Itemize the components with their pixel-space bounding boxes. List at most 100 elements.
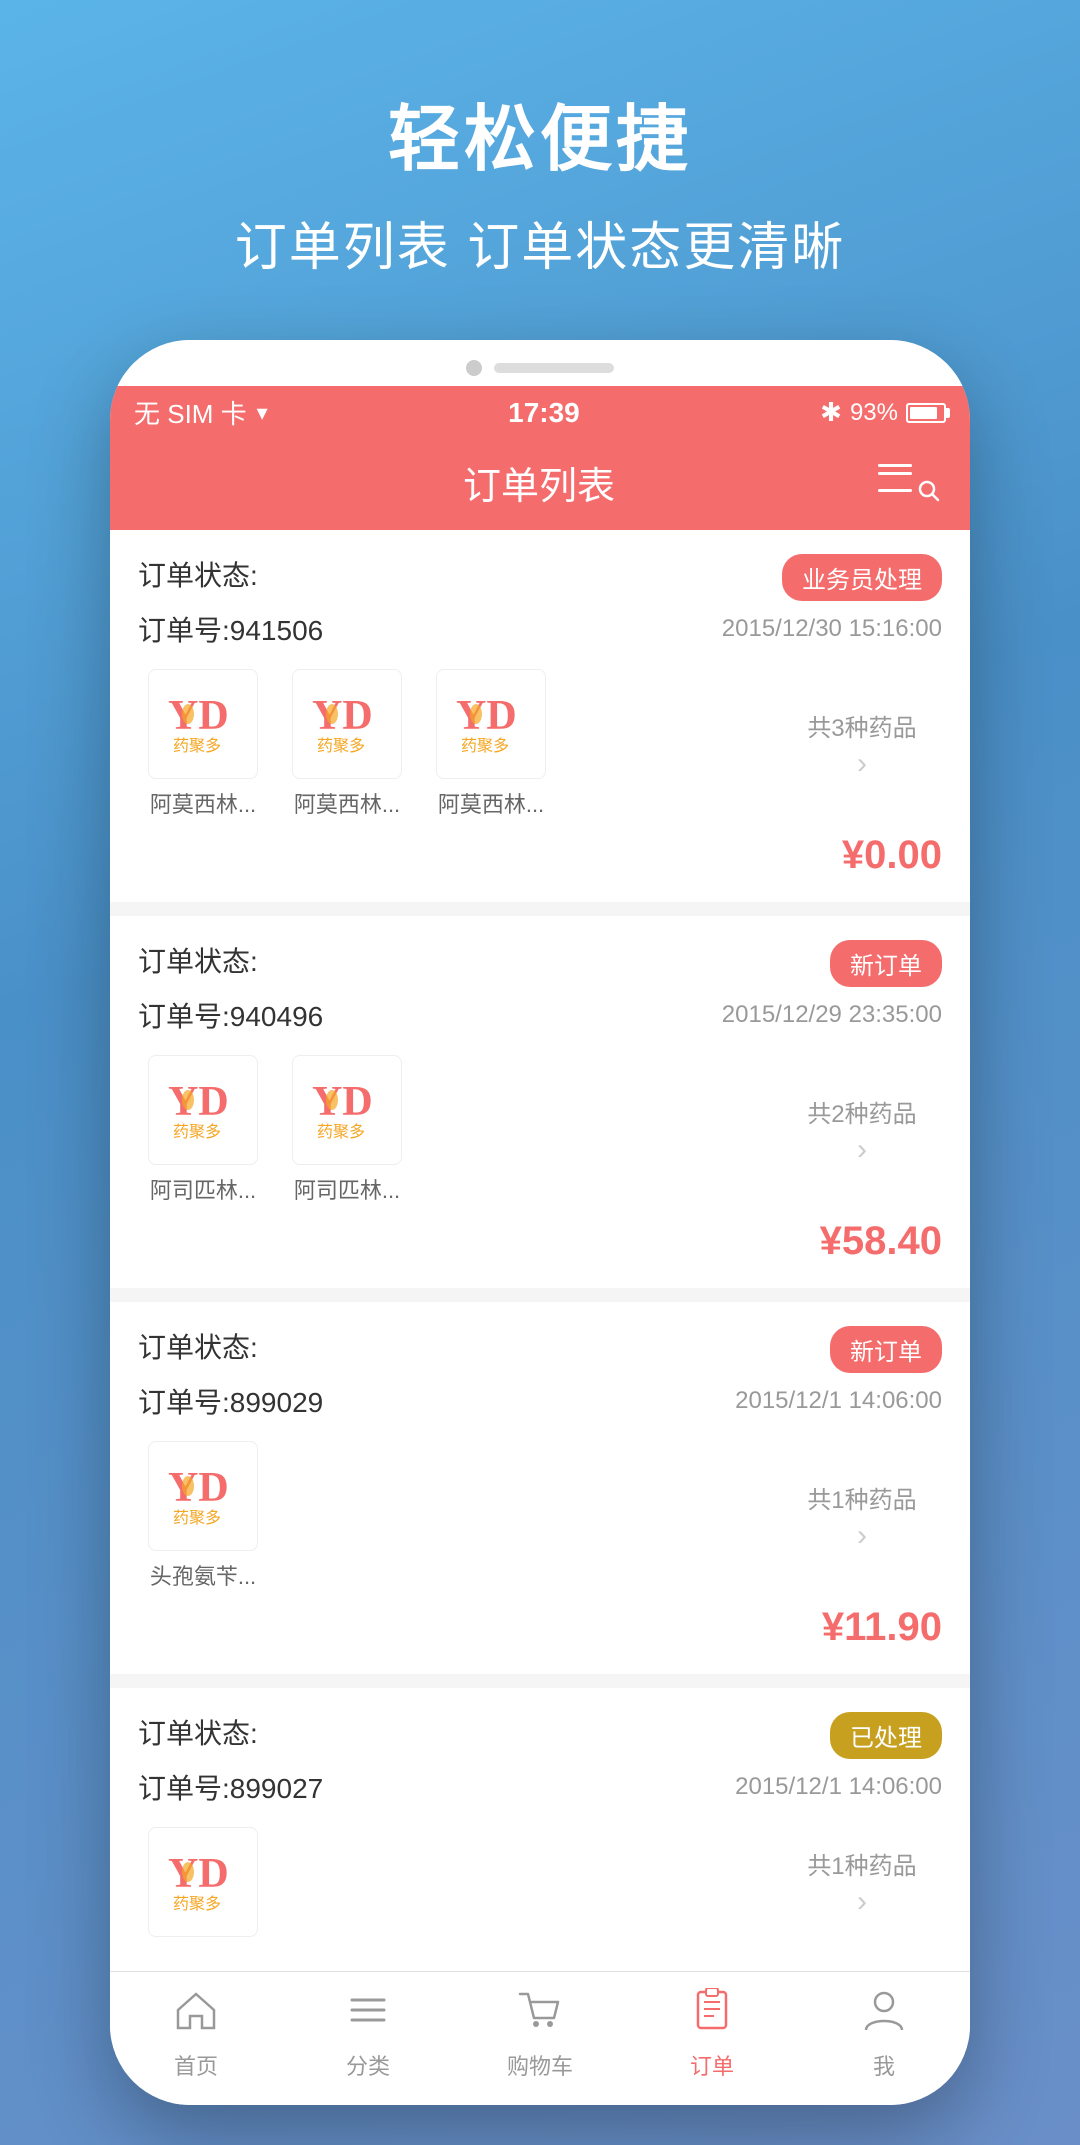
order-price-row: ¥0.00 — [138, 833, 942, 878]
order-date: 2015/12/29 23:35:00 — [722, 1001, 942, 1029]
order-card[interactable]: 订单状态: 新订单 订单号:899029 2015/12/1 14:06:00 … — [110, 1302, 970, 1674]
bluetooth-icon: ✱ — [820, 397, 842, 428]
tab-profile[interactable]: 我 — [798, 1988, 970, 2081]
order-number-row: 订单号:941506 2015/12/30 15:16:00 — [138, 609, 942, 649]
svg-text:YD: YD — [168, 1465, 229, 1511]
status-left: 无 SIM 卡 ▾ — [134, 394, 268, 431]
clock: 17:39 — [508, 397, 580, 429]
product-item: YD 药聚多 阿司匹林... — [282, 1055, 412, 1205]
product-name: 头孢氨苄... — [150, 1559, 256, 1591]
svg-text:YD: YD — [168, 1851, 229, 1897]
product-item: YD 药聚多 头孢氨苄... — [138, 1441, 268, 1591]
product-items: YD 药聚多 — [138, 1827, 782, 1937]
tab-bar: 首页 分类 购物车 — [110, 1971, 970, 2105]
status-badge: 新订单 — [830, 1326, 942, 1373]
products-row: YD 药聚多 共1种药品 › — [138, 1827, 942, 1947]
svg-text:YD: YD — [168, 1079, 229, 1125]
hero-header: 轻松便捷 订单列表 订单状态更清晰 — [195, 0, 885, 340]
search-icon-svg — [918, 480, 940, 502]
battery-icon — [906, 403, 946, 423]
hero-title: 轻松便捷 — [235, 80, 845, 185]
order-icon — [690, 1988, 734, 2043]
products-row: YD 药聚多 头孢氨苄... 共1种药品 › — [138, 1441, 942, 1591]
product-name: 阿司匹林... — [294, 1173, 400, 1205]
product-name: 阿莫西林... — [438, 787, 544, 819]
status-bar: 无 SIM 卡 ▾ 17:39 ✱ 93% — [110, 386, 970, 439]
status-right: ✱ 93% — [820, 397, 946, 428]
product-logo: YD 药聚多 — [148, 1055, 258, 1165]
tab-home[interactable]: 首页 — [110, 1988, 282, 2081]
product-logo: YD 药聚多 — [148, 1441, 258, 1551]
svg-text:药聚多: 药聚多 — [317, 737, 365, 755]
order-status-label: 订单状态: — [138, 1326, 258, 1366]
product-item: YD 药聚多 阿莫西林... — [282, 669, 412, 819]
order-price: ¥58.40 — [820, 1219, 942, 1264]
order-price-row: ¥58.40 — [138, 1219, 942, 1264]
order-status-label: 订单状态: — [138, 554, 258, 594]
product-name: 阿司匹林... — [150, 1173, 256, 1205]
yd-logo-7: YD 药聚多 — [158, 1837, 248, 1927]
status-badge: 新订单 — [830, 940, 942, 987]
product-item: YD 药聚多 阿莫西林... — [426, 669, 556, 819]
home-icon — [174, 1988, 218, 2043]
yd-logo-2: YD 药聚多 — [302, 679, 392, 769]
svg-text:药聚多: 药聚多 — [173, 1509, 221, 1527]
svg-text:YD: YD — [456, 693, 517, 739]
order-number-row: 订单号:940496 2015/12/29 23:35:00 — [138, 995, 942, 1035]
carrier-label: 无 SIM 卡 — [134, 394, 247, 431]
tab-category-label: 分类 — [346, 2049, 390, 2081]
search-filter-icon[interactable] — [878, 464, 940, 502]
chevron-right-icon: › — [857, 747, 867, 781]
nav-title: 订单列表 — [200, 455, 878, 510]
tab-category[interactable]: 分类 — [282, 1988, 454, 2081]
product-logo: YD 药聚多 — [148, 669, 258, 779]
cart-icon — [518, 1988, 562, 2043]
product-item: YD 药聚多 阿莫西林... — [138, 669, 268, 819]
product-count: 共1种药品 — [807, 1846, 916, 1881]
order-header: 订单状态: 新订单 — [138, 940, 942, 987]
product-count: 共2种药品 — [807, 1094, 916, 1129]
yd-logo-1: YD 药聚多 — [158, 679, 248, 769]
battery-fill — [910, 407, 937, 419]
product-items: YD 药聚多 阿司匹林... YD 药聚多 — [138, 1055, 782, 1205]
products-row: YD 药聚多 阿司匹林... YD 药聚多 — [138, 1055, 942, 1205]
product-item: YD 药聚多 — [138, 1827, 268, 1937]
order-card[interactable]: 订单状态: 业务员处理 订单号:941506 2015/12/30 15:16:… — [110, 530, 970, 902]
product-count-area: 共2种药品 › — [782, 1094, 942, 1167]
tab-order[interactable]: 订单 — [626, 1988, 798, 2081]
tab-cart[interactable]: 购物车 — [454, 1988, 626, 2081]
svg-text:YD: YD — [312, 1079, 373, 1125]
wifi-icon: ▾ — [257, 400, 268, 426]
order-card[interactable]: 订单状态: 新订单 订单号:940496 2015/12/29 23:35:00… — [110, 916, 970, 1288]
order-header: 订单状态: 业务员处理 — [138, 554, 942, 601]
order-number-row: 订单号:899029 2015/12/1 14:06:00 — [138, 1381, 942, 1421]
yd-logo-4: YD 药聚多 — [158, 1065, 248, 1155]
svg-text:药聚多: 药聚多 — [173, 737, 221, 755]
product-count-area: 共1种药品 › — [782, 1480, 942, 1553]
order-list: 订单状态: 业务员处理 订单号:941506 2015/12/30 15:16:… — [110, 530, 970, 1957]
product-count: 共1种药品 — [807, 1480, 916, 1515]
order-date: 2015/12/1 14:06:00 — [735, 1387, 942, 1415]
products-row: YD 药聚多 阿莫西林... YD 药聚多 — [138, 669, 942, 819]
category-icon — [346, 1988, 390, 2043]
product-item: YD 药聚多 阿司匹林... — [138, 1055, 268, 1205]
phone-camera — [466, 360, 482, 376]
chevron-right-icon: › — [857, 1885, 867, 1919]
product-count-area: 共3种药品 › — [782, 708, 942, 781]
status-badge: 业务员处理 — [782, 554, 942, 601]
svg-text:YD: YD — [168, 693, 229, 739]
product-logo: YD 药聚多 — [292, 669, 402, 779]
tab-home-label: 首页 — [174, 2049, 218, 2081]
yd-logo-6: YD 药聚多 — [158, 1451, 248, 1541]
svg-text:药聚多: 药聚多 — [317, 1123, 365, 1141]
tab-profile-label: 我 — [873, 2049, 895, 2081]
order-card[interactable]: 订单状态: 已处理 订单号:899027 2015/12/1 14:06:00 … — [110, 1688, 970, 1957]
order-status-label: 订单状态: — [138, 1712, 258, 1752]
battery-percentage: 93% — [850, 399, 898, 427]
yd-logo-5: YD 药聚多 — [302, 1065, 392, 1155]
svg-text:YD: YD — [312, 693, 373, 739]
order-number: 订单号:899029 — [138, 1381, 323, 1421]
order-date: 2015/12/30 15:16:00 — [722, 615, 942, 643]
order-price-row: ¥11.90 — [138, 1605, 942, 1650]
order-number: 订单号:899027 — [138, 1767, 323, 1807]
